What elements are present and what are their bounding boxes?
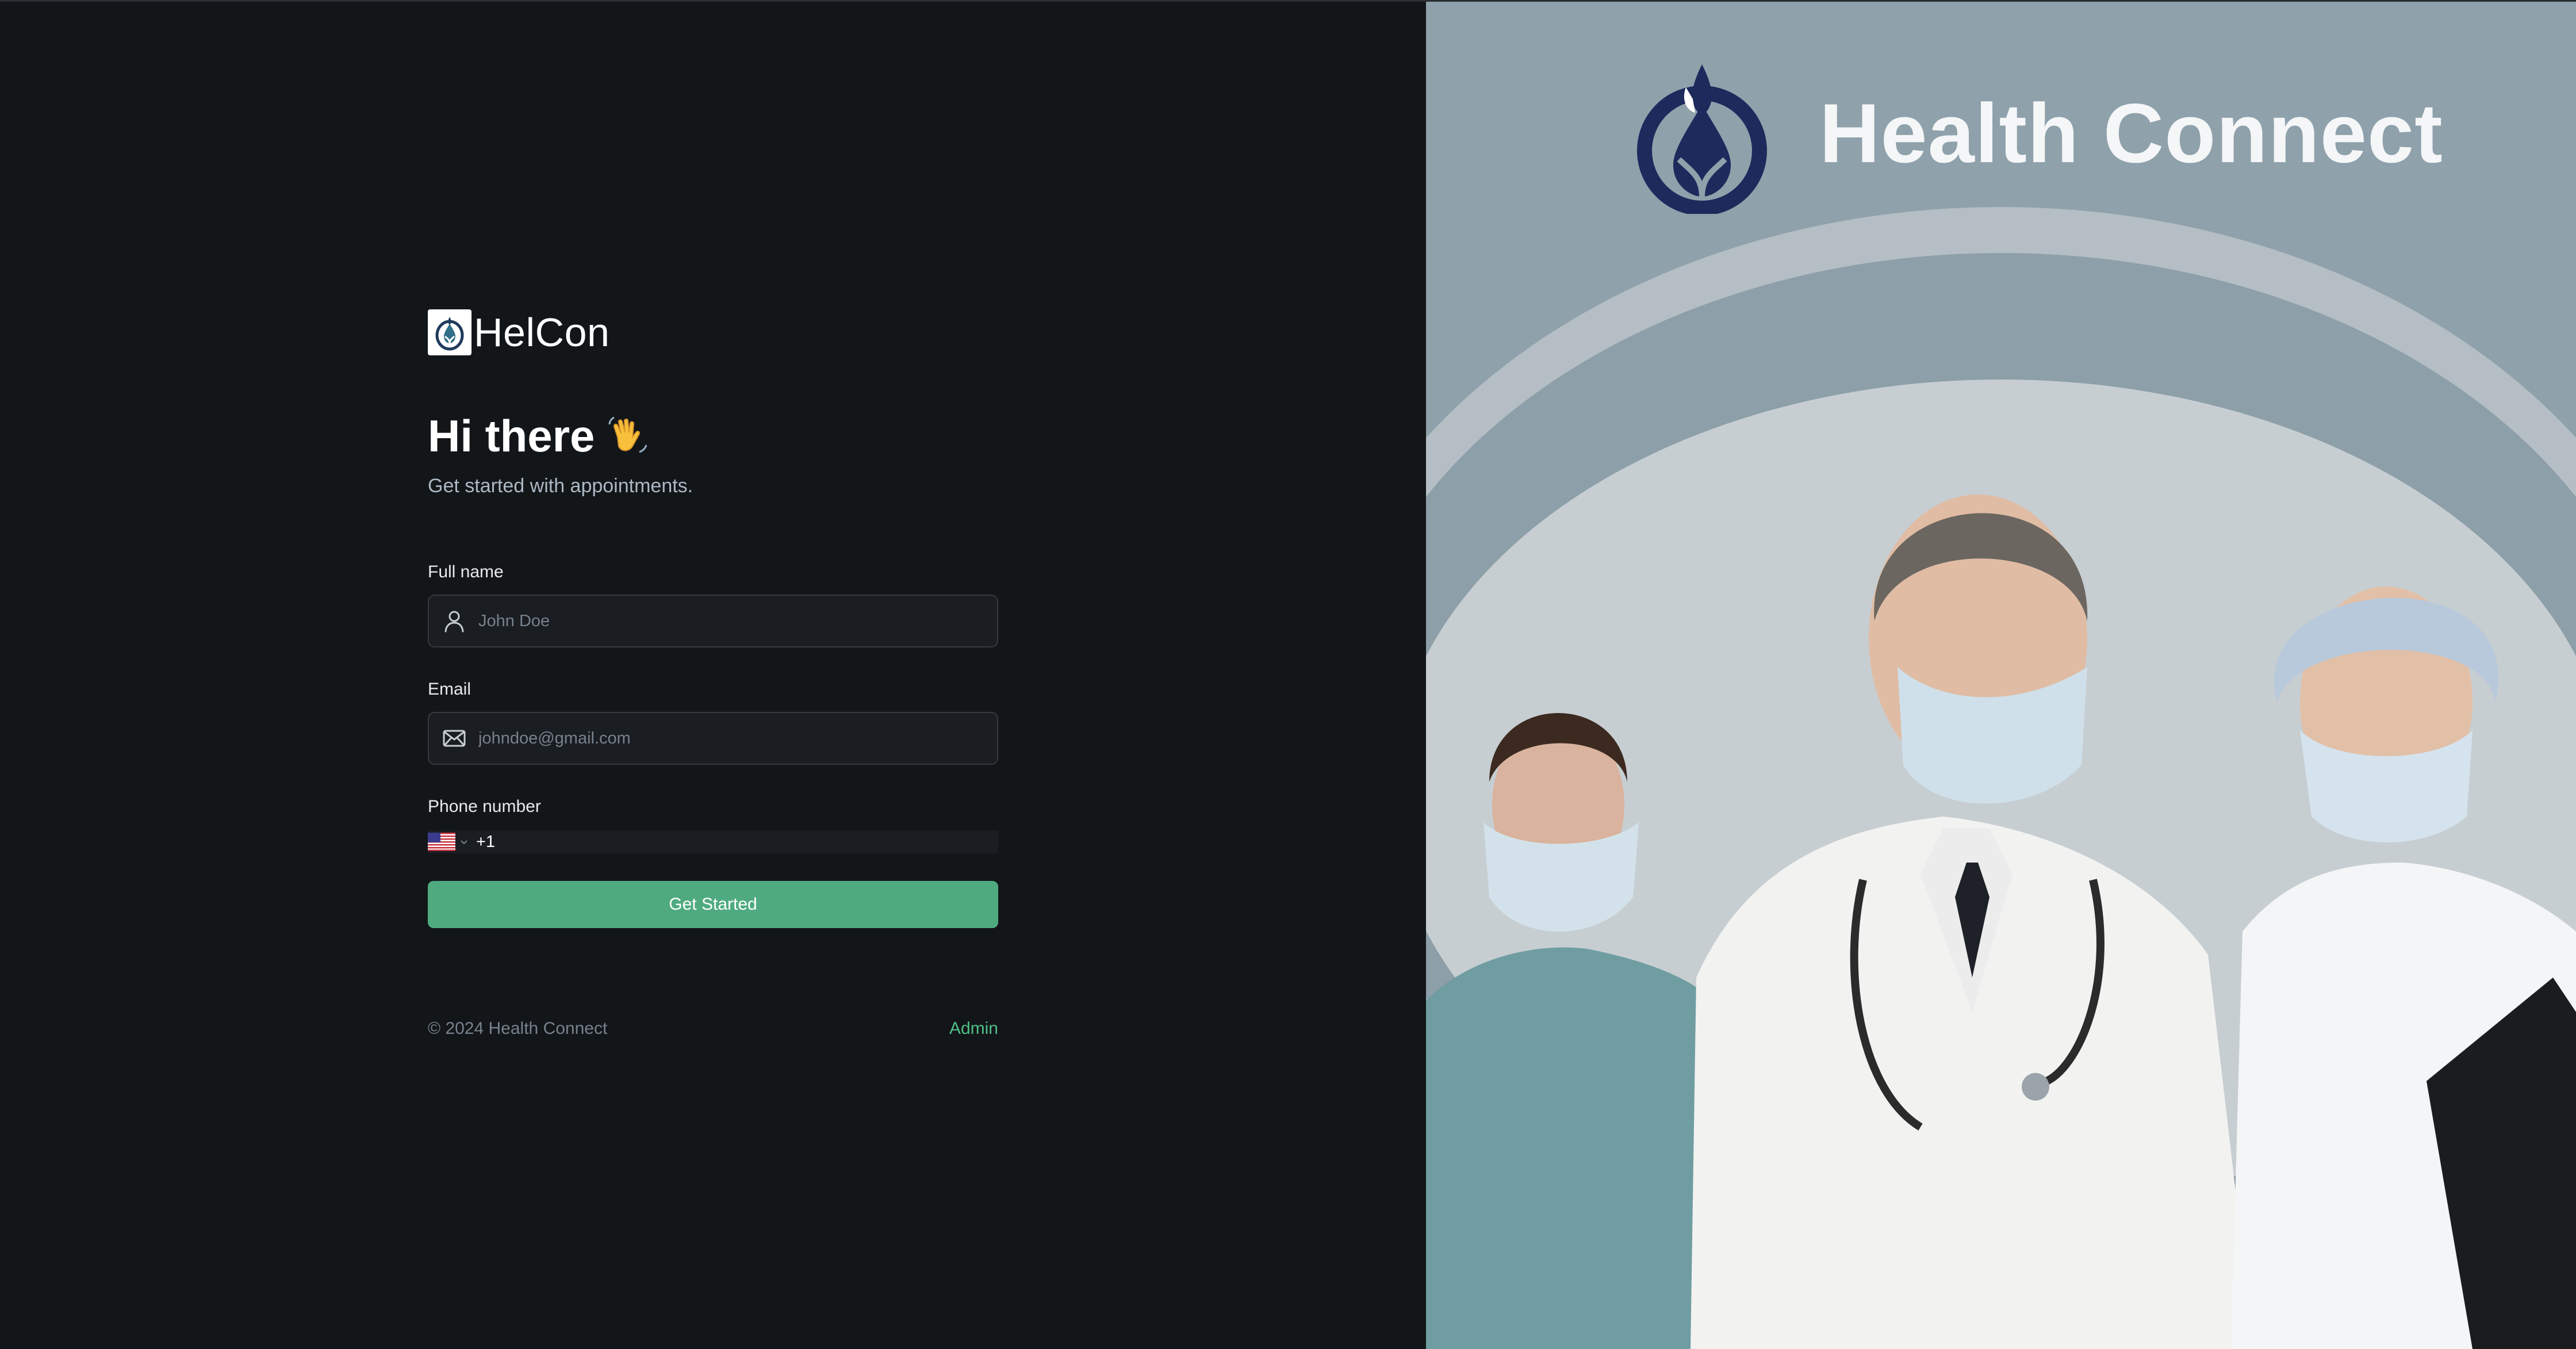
email-label: Email — [428, 680, 471, 699]
helcon-logo-icon — [428, 309, 471, 355]
footer-copyright: © 2024 Health Connect — [428, 1019, 608, 1038]
admin-link[interactable]: Admin — [949, 1019, 998, 1038]
phone-field[interactable]: +1 — [428, 830, 998, 853]
health-connect-logo-icon — [1637, 64, 1767, 214]
email-field[interactable] — [428, 712, 998, 765]
email-input[interactable] — [478, 713, 997, 764]
chevron-down-icon — [461, 840, 467, 845]
greeting-text: Hi there — [428, 410, 595, 461]
top-divider — [0, 0, 2576, 2]
dial-code: +1 — [476, 832, 496, 851]
us-flag-icon — [428, 833, 455, 851]
full-name-input[interactable] — [478, 596, 997, 646]
app-logo: HelCon — [428, 308, 610, 357]
country-selector[interactable] — [428, 833, 469, 851]
full-name-label: Full name — [428, 562, 504, 581]
banner-brand: Health Connect — [1633, 53, 2443, 214]
user-icon — [442, 608, 467, 634]
banner-brand-name: Health Connect — [1819, 86, 2443, 180]
hero-image: Health Connect — [1426, 0, 2576, 1349]
phone-label: Phone number — [428, 797, 541, 816]
mail-icon — [442, 726, 467, 751]
full-name-field[interactable] — [428, 595, 998, 647]
waving-hand-icon — [608, 416, 647, 453]
greeting-subtitle: Get started with appointments. — [428, 475, 693, 497]
get-started-button[interactable]: Get Started — [428, 881, 998, 928]
signup-pane: HelCon Hi there Get started with appoint… — [0, 0, 1426, 1349]
greeting-heading: Hi there — [428, 409, 650, 462]
app-logo-text: HelCon — [474, 310, 610, 355]
